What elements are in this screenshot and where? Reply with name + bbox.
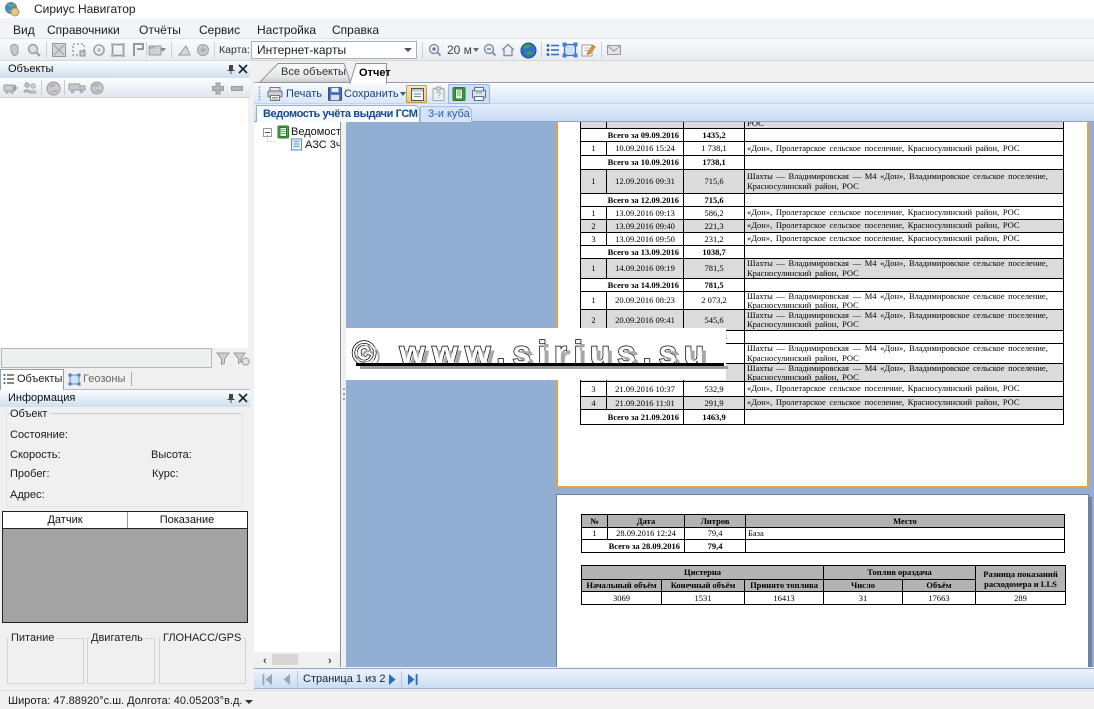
svg-text:?: ? <box>436 90 441 100</box>
